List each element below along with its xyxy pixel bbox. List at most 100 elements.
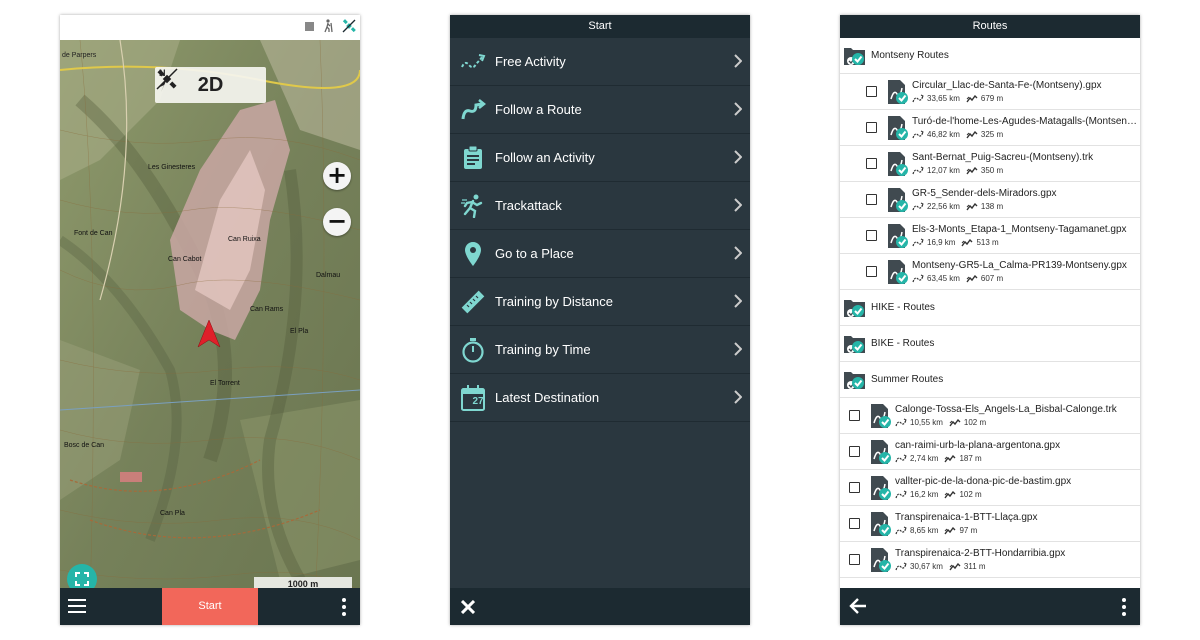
route-row[interactable]: Transpirenaica-1-BTT-Llaça.gpx 8,65 km 9… xyxy=(840,506,1140,542)
route-distance: 30,67 km xyxy=(910,562,943,571)
route-row[interactable]: Transpirenaica-2-BTT-Hondarribia.gpx 30,… xyxy=(840,542,1140,578)
route-checkbox[interactable] xyxy=(866,230,877,241)
route-checkbox[interactable] xyxy=(849,554,860,565)
route-checkbox[interactable] xyxy=(866,86,877,97)
back-arrow-icon[interactable] xyxy=(849,598,867,614)
route-row[interactable]: Els-3-Monts_Etapa-1_Montseny-Tagamanet.g… xyxy=(840,218,1140,254)
gps-satellite-icon[interactable] xyxy=(155,67,179,91)
distance-icon xyxy=(912,238,924,247)
route-checkbox[interactable] xyxy=(866,194,877,205)
distance-icon xyxy=(912,274,924,283)
route-elevation: 102 m xyxy=(959,490,982,499)
map-mode-control[interactable]: N 2D xyxy=(155,67,266,103)
route-file-icon xyxy=(888,259,908,284)
menu-item-label: Go to a Place xyxy=(495,246,574,261)
elevation-icon xyxy=(949,562,961,570)
distance-icon xyxy=(895,490,907,499)
folder-check-icon xyxy=(844,335,865,353)
ruler-icon xyxy=(461,290,484,313)
route-checkbox[interactable] xyxy=(866,122,877,133)
chevron-right-icon xyxy=(734,246,742,260)
menu-item-trackattack[interactable]: Trackattack xyxy=(450,182,750,230)
hamburger-menu-icon[interactable] xyxy=(68,598,86,614)
menu-item-training-time[interactable]: Training by Time xyxy=(450,326,750,374)
distance-icon xyxy=(912,94,924,103)
elevation-icon xyxy=(949,418,961,426)
free-activity-icon xyxy=(460,53,485,68)
route-distance: 22,56 km xyxy=(927,202,960,211)
folder-check-icon xyxy=(844,371,865,389)
route-elevation: 350 m xyxy=(980,166,1004,175)
route-row[interactable]: can-raimi-urb-la-plana-argentona.gpx 2,7… xyxy=(840,434,1140,470)
chevron-right-icon xyxy=(734,390,742,404)
route-row[interactable]: Calonge-Tossa-Els_Angels-La_Bisbal-Calon… xyxy=(840,398,1140,434)
hiker-icon xyxy=(324,19,333,33)
stopwatch-icon xyxy=(461,337,484,363)
route-file-icon xyxy=(888,151,908,176)
distance-icon xyxy=(895,454,907,463)
view-mode-toggle[interactable]: 2D xyxy=(198,74,224,97)
folder-montseny-routes[interactable]: Montseny Routes xyxy=(840,38,1140,74)
route-distance: 33,65 km xyxy=(927,94,960,103)
route-row[interactable]: Circular_Llac-de-Santa-Fe-(Montseny).gpx… xyxy=(840,74,1140,110)
route-checkbox[interactable] xyxy=(849,410,860,421)
elevation-icon xyxy=(966,94,978,102)
route-row[interactable]: GR-5_Sender-dels-Miradors.gpx 22,56 km 1… xyxy=(840,182,1140,218)
menu-item-latest-destination[interactable]: 27 Latest Destination xyxy=(450,374,750,422)
elevation-icon xyxy=(944,526,956,534)
route-row[interactable]: Sant-Bernat_Puig-Sacreu-(Montseny).trk 1… xyxy=(840,146,1140,182)
zoom-out-button[interactable]: − xyxy=(323,208,351,236)
route-elevation: 325 m xyxy=(980,130,1004,139)
menu-item-free-activity[interactable]: Free Activity xyxy=(450,38,750,86)
more-options-icon[interactable] xyxy=(1121,598,1127,616)
route-file-icon xyxy=(888,115,908,140)
route-row[interactable]: Turó-de-l'home-Les-Agudes-Matagalls-(Mon… xyxy=(840,110,1140,146)
zoom-in-button[interactable]: + xyxy=(323,162,351,190)
route-checkbox[interactable] xyxy=(849,446,860,457)
map-label: de Parpers xyxy=(62,52,97,59)
clipboard-icon xyxy=(463,145,482,169)
route-name: Montseny-GR5-La_Calma-PR139-Montseny.gpx xyxy=(912,260,1127,271)
routes-bottom-bar xyxy=(840,588,1140,625)
route-row[interactable]: vallter-pic-de-la-dona-pic-de-bastim.gpx… xyxy=(840,470,1140,506)
distance-icon xyxy=(895,526,907,535)
route-elevation: 679 m xyxy=(980,94,1004,103)
start-button[interactable]: Start xyxy=(162,588,258,625)
route-elevation: 311 m xyxy=(963,562,986,571)
montseny-route-list: Circular_Llac-de-Santa-Fe-(Montseny).gpx… xyxy=(840,74,1140,290)
chevron-right-icon xyxy=(734,342,742,356)
routes-title: Routes xyxy=(840,15,1140,38)
folder-label: HIKE - Routes xyxy=(871,302,935,313)
folder-bike-routes[interactable]: BIKE - Routes xyxy=(840,326,1140,362)
menu-item-label: Free Activity xyxy=(495,54,566,69)
folder-hike-routes[interactable]: HIKE - Routes xyxy=(840,290,1140,326)
elevation-icon xyxy=(961,238,973,246)
map-label: Can Rams xyxy=(250,306,284,313)
folder-label: Summer Routes xyxy=(871,374,944,385)
menu-item-label: Follow a Route xyxy=(495,102,582,117)
route-checkbox[interactable] xyxy=(866,158,877,169)
route-name: Transpirenaica-1-BTT-Llaça.gpx xyxy=(895,512,1038,523)
route-name: can-raimi-urb-la-plana-argentona.gpx xyxy=(895,440,1061,451)
route-row[interactable]: Montseny-GR5-La_Calma-PR139-Montseny.gpx… xyxy=(840,254,1140,290)
route-distance: 46,82 km xyxy=(927,130,960,139)
route-checkbox[interactable] xyxy=(849,482,860,493)
menu-item-follow-activity[interactable]: Follow an Activity xyxy=(450,134,750,182)
chevron-right-icon xyxy=(734,198,742,212)
menu-item-go-to-place[interactable]: Go to a Place xyxy=(450,230,750,278)
menu-item-training-distance[interactable]: Training by Distance xyxy=(450,278,750,326)
menu-item-follow-route[interactable]: Follow a Route xyxy=(450,86,750,134)
map-label: Can Ruixa xyxy=(228,236,261,243)
topo-map[interactable]: de Parpers Les Ginesteres Can Cabot Can … xyxy=(60,40,360,603)
route-elevation: 187 m xyxy=(959,454,982,463)
folder-check-icon xyxy=(844,299,865,317)
menu-item-label: Follow an Activity xyxy=(495,150,595,165)
more-options-icon[interactable] xyxy=(341,598,347,616)
route-checkbox[interactable] xyxy=(849,518,860,529)
route-file-icon xyxy=(888,187,908,212)
map-bottom-bar: Start xyxy=(60,588,360,625)
route-file-icon xyxy=(871,403,891,428)
folder-summer-routes[interactable]: Summer Routes xyxy=(840,362,1140,398)
route-checkbox[interactable] xyxy=(866,266,877,277)
close-icon[interactable] xyxy=(461,600,475,614)
